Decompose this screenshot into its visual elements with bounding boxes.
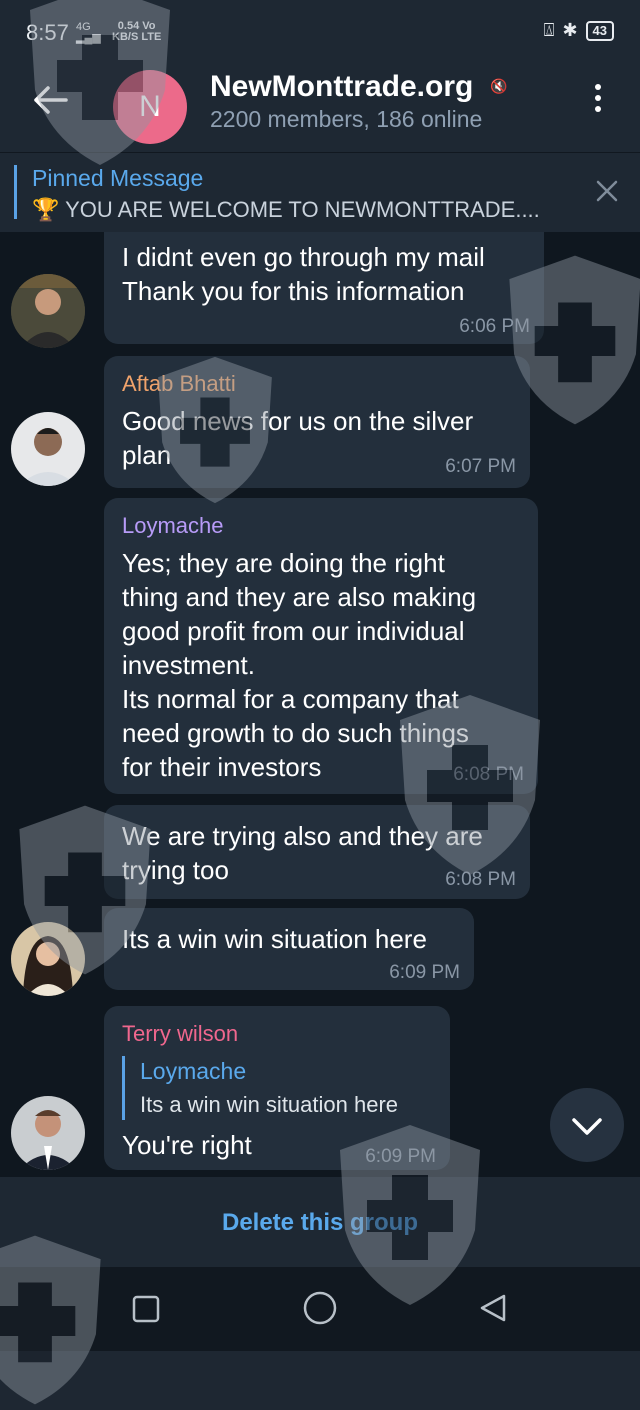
- pinned-text: 🏆 YOU ARE WELCOME TO NEWMONTTRADE....: [32, 197, 540, 222]
- watermark-icon: [340, 1125, 480, 1305]
- watermark-icon: [158, 356, 272, 504]
- vibrate-icon: ⍍: [543, 20, 555, 40]
- group-title[interactable]: NewMonttrade.org: [210, 70, 473, 104]
- message-bubble[interactable]: I didnt even go through my mail Thank yo…: [104, 232, 544, 344]
- message-time: 6:09 PM: [389, 962, 460, 983]
- avatar[interactable]: [11, 412, 85, 486]
- message-text: Its a win win situation here: [122, 924, 427, 954]
- sender-name[interactable]: Loymache: [122, 513, 224, 539]
- message-text: You're right: [122, 1130, 252, 1160]
- avatar[interactable]: [11, 274, 85, 348]
- chevron-down-icon: [572, 1118, 602, 1135]
- battery-icon: 43: [585, 20, 614, 41]
- more-options-icon[interactable]: [588, 84, 608, 118]
- system-icons: ⍍ ✱ 43: [544, 20, 614, 41]
- watermark-icon: [19, 805, 151, 975]
- watermark-icon: [509, 255, 640, 425]
- watermark-icon: [400, 695, 540, 875]
- message-text: I didnt even go through my mail Thank yo…: [122, 242, 485, 306]
- pinned-indicator: [14, 165, 17, 219]
- reply-indicator: [122, 1056, 125, 1120]
- watermark-icon: [0, 1235, 101, 1405]
- mute-icon: 🔇: [490, 78, 508, 94]
- recent-apps-icon[interactable]: [132, 1295, 160, 1323]
- avatar[interactable]: [11, 1096, 85, 1170]
- message-time: 6:07 PM: [445, 456, 516, 477]
- reply-text[interactable]: Its a win win situation here: [140, 1092, 398, 1118]
- scroll-down-button[interactable]: [550, 1088, 624, 1162]
- sender-name[interactable]: Terry wilson: [122, 1021, 238, 1047]
- bluetooth-icon: ✱: [562, 20, 578, 40]
- watermark-icon: [30, 0, 170, 165]
- reply-sender[interactable]: Loymache: [140, 1058, 246, 1085]
- close-pinned-icon[interactable]: [594, 178, 620, 204]
- group-subtitle: 2200 members, 186 online: [210, 106, 483, 132]
